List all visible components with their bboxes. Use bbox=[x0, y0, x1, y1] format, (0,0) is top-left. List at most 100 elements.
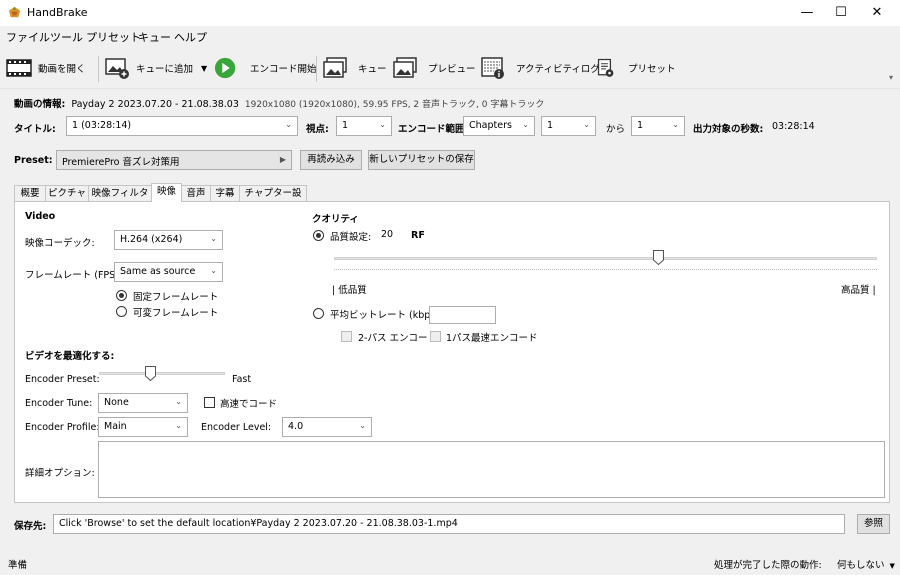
avg-bitrate-input[interactable] bbox=[429, 306, 496, 324]
from-label: から bbox=[606, 124, 626, 135]
tune-select[interactable]: None ⌄ bbox=[98, 393, 188, 413]
angle-select[interactable]: 1 ⌄ bbox=[336, 116, 392, 136]
handbrake-logo-icon bbox=[8, 6, 21, 18]
when-done-dropdown[interactable]: 何もしない ▼ bbox=[837, 557, 895, 571]
slider-ticks bbox=[334, 269, 877, 271]
preview-button[interactable]: プレビュー bbox=[392, 54, 476, 82]
codec-value: H.264 (x264) bbox=[120, 234, 183, 245]
toolbar-overflow-icon[interactable]: ▾ bbox=[889, 73, 893, 82]
preset-value: PremierePro 音ズレ対策用 bbox=[62, 157, 180, 168]
menu-tools[interactable]: ツール bbox=[50, 29, 83, 45]
chevron-down-icon: ⌄ bbox=[210, 234, 217, 243]
rf-value: 20 bbox=[381, 229, 394, 240]
profile-select[interactable]: Main ⌄ bbox=[98, 417, 188, 437]
chevron-down-icon: ⌄ bbox=[175, 397, 182, 406]
source-name: Payday 2 2023.07.20 - 21.08.38.03 bbox=[71, 99, 239, 110]
browse-button[interactable]: 参照 bbox=[857, 514, 890, 534]
cfr-radio[interactable] bbox=[116, 290, 127, 301]
rf-unit: RF bbox=[411, 230, 425, 241]
range-from-select[interactable]: 1 ⌄ bbox=[541, 116, 596, 136]
chevron-down-icon: ▼ bbox=[889, 562, 895, 570]
level-select[interactable]: 4.0 ⌄ bbox=[282, 417, 372, 437]
chevron-right-icon: ▶ bbox=[279, 155, 286, 164]
encoder-preset-slider[interactable] bbox=[99, 366, 225, 388]
chevron-down-icon: ⌄ bbox=[175, 421, 182, 430]
chevron-down-icon: ⌄ bbox=[672, 120, 679, 129]
extra-options-textarea[interactable] bbox=[98, 441, 885, 498]
constant-quality-radio[interactable] bbox=[313, 230, 324, 241]
vfr-radio[interactable] bbox=[116, 306, 127, 317]
preset-select[interactable]: PremierePro 音ズレ対策用 ▶ bbox=[56, 150, 292, 170]
menu-queue[interactable]: キュー bbox=[138, 29, 171, 45]
queue-images-icon bbox=[323, 57, 347, 78]
queue-button[interactable]: キュー bbox=[322, 54, 387, 82]
profile-value: Main bbox=[104, 421, 127, 432]
fast-decode-checkbox[interactable] bbox=[204, 397, 215, 408]
encoder-preset-value: Fast bbox=[232, 374, 252, 385]
preview-images-icon bbox=[393, 57, 417, 78]
range-type-select[interactable]: Chapters ⌄ bbox=[463, 116, 535, 136]
level-label: Encoder Level: bbox=[201, 422, 272, 433]
open-source-label: 動画を開く bbox=[38, 64, 86, 75]
queue-label: キュー bbox=[358, 64, 387, 75]
codec-select[interactable]: H.264 (x264) ⌄ bbox=[114, 230, 223, 250]
close-button[interactable]: ✕ bbox=[854, 0, 900, 26]
chevron-down-icon[interactable]: ▼ bbox=[201, 64, 207, 73]
tab-subtitles[interactable]: 字幕 bbox=[210, 185, 240, 201]
tab-audio[interactable]: 音声 bbox=[181, 185, 211, 201]
cfr-label: 固定フレームレート bbox=[133, 292, 219, 303]
reload-preset-button[interactable]: 再読み込み bbox=[300, 150, 362, 170]
high-quality-label: 高品質 | bbox=[841, 285, 876, 296]
extra-options-label: 詳細オプション: bbox=[25, 468, 95, 479]
open-source-button[interactable]: 動画を開く bbox=[6, 54, 86, 82]
add-to-queue-label: キューに追加 bbox=[136, 64, 194, 75]
tune-value: None bbox=[104, 397, 129, 408]
range-from-value: 1 bbox=[547, 120, 554, 131]
tab-summary[interactable]: 概要 bbox=[14, 185, 46, 201]
chevron-down-icon: ⌄ bbox=[522, 120, 529, 129]
add-to-queue-button[interactable]: キューに追加 ▼ bbox=[104, 54, 207, 82]
tab-filters[interactable]: 映像フィルター bbox=[88, 185, 152, 214]
quality-slider[interactable] bbox=[334, 250, 877, 274]
menu-presets[interactable]: プリセット bbox=[86, 29, 141, 45]
presets-label: プリセット bbox=[628, 64, 676, 75]
destination-label: 保存先: bbox=[14, 521, 47, 532]
range-to-value: 1 bbox=[637, 120, 644, 131]
range-to-select[interactable]: 1 ⌄ bbox=[631, 116, 685, 136]
range-label: エンコード範囲: bbox=[398, 124, 469, 135]
tab-chapters[interactable]: チャプター設定 bbox=[239, 185, 307, 214]
title-label: タイトル: bbox=[14, 124, 56, 135]
turbo-first-pass-checkbox[interactable] bbox=[430, 331, 441, 342]
tab-video[interactable]: 映像 bbox=[151, 183, 182, 202]
low-quality-label: | 低品質 bbox=[332, 285, 367, 296]
start-encode-label: エンコード開始 bbox=[250, 64, 317, 75]
title-select[interactable]: 1 (03:28:14) ⌄ bbox=[66, 116, 298, 136]
two-pass-checkbox[interactable] bbox=[341, 331, 352, 342]
menu-bar: ファイル ツール プリセット キュー ヘルプ bbox=[0, 26, 900, 46]
chevron-down-icon: ⌄ bbox=[379, 120, 386, 129]
video-panel: Video 映像コーデック: H.264 (x264) ⌄ フレームレート (F… bbox=[14, 201, 890, 503]
level-value: 4.0 bbox=[288, 421, 304, 432]
source-label: 動画の情報: bbox=[14, 99, 66, 110]
chevron-down-icon: ⌄ bbox=[210, 266, 217, 275]
slider-thumb[interactable] bbox=[145, 366, 156, 382]
play-icon bbox=[214, 57, 236, 79]
save-new-preset-button[interactable]: 新しいプリセットの保存 bbox=[368, 150, 475, 170]
preset-list-icon bbox=[597, 58, 614, 77]
when-done-value: 何もしない bbox=[837, 560, 885, 571]
duration-label: 出力対象の秒数: bbox=[693, 124, 764, 135]
window-title: HandBrake bbox=[27, 6, 88, 19]
menu-file[interactable]: ファイル bbox=[6, 29, 50, 45]
tab-picture[interactable]: ピクチャ bbox=[45, 185, 89, 201]
optimize-heading: ビデオを最適化する: bbox=[25, 351, 115, 362]
avg-bitrate-radio[interactable] bbox=[313, 308, 324, 319]
slider-thumb[interactable] bbox=[653, 250, 664, 266]
image-add-icon bbox=[105, 58, 129, 79]
menu-help[interactable]: ヘルプ bbox=[174, 29, 207, 45]
start-encode-button[interactable]: エンコード開始 bbox=[214, 54, 317, 82]
presets-button[interactable]: プリセット bbox=[596, 54, 676, 82]
activity-log-button[interactable]: アクティビティログ bbox=[480, 54, 600, 82]
toolbar: 動画を開く キューに追加 ▼ エンコード開始 キュー プレビュー アクティビティ… bbox=[0, 46, 900, 89]
destination-input[interactable]: Click 'Browse' to set the default locati… bbox=[53, 514, 845, 534]
fps-select[interactable]: Same as source ⌄ bbox=[114, 262, 223, 282]
